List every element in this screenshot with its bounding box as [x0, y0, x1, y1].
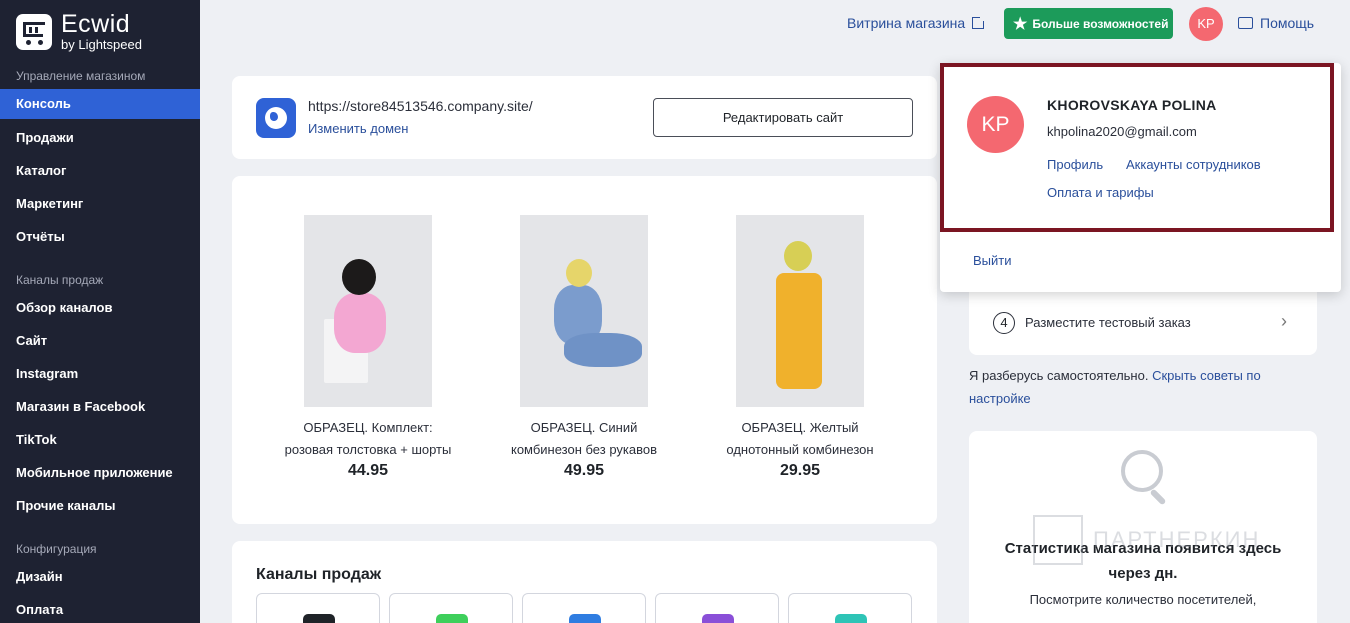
cart-icon — [16, 13, 52, 50]
help-label: Помощь — [1260, 15, 1315, 31]
staff-accounts-link[interactable]: Аккаунты сотрудников — [1126, 157, 1261, 172]
sidebar-item-channels-overview[interactable]: Обзор каналов — [0, 293, 200, 323]
sidebar-item-facebook-shop[interactable]: Магазин в Facebook — [0, 392, 200, 422]
product-price: 49.95 — [563, 462, 605, 479]
products-card: ОБРАЗЕЦ. Комплект: розовая толстовка + ш… — [232, 176, 937, 524]
product-card-1[interactable]: ОБРАЗЕЦ. Комплект: розовая толстовка + ш… — [273, 215, 463, 480]
account-avatar: KP — [967, 96, 1024, 153]
search-leaf-icon — [1121, 450, 1163, 492]
edit-site-button[interactable]: Редактировать сайт — [653, 98, 913, 137]
chat-icon — [1238, 17, 1253, 29]
watermark-text: ПАРТНЕРКИН — [1093, 527, 1261, 552]
chevron-right-icon[interactable]: › — [1281, 311, 1287, 332]
sidebar-item-sales[interactable]: Продажи — [0, 123, 200, 153]
sidebar-item-reports[interactable]: Отчёты — [0, 222, 200, 252]
product-image[interactable] — [304, 215, 432, 407]
sidebar-item-other-channels[interactable]: Прочие каналы — [0, 491, 200, 521]
product-image[interactable] — [520, 215, 648, 407]
self-setup-note: Я разберусь самостоятельно. Скрыть совет… — [969, 364, 1299, 410]
product-card-2[interactable]: ОБРАЗЕЦ. Синий комбинезон без рукавов 49… — [489, 215, 679, 480]
more-features-label: Больше возможностей — [1032, 16, 1169, 31]
product-title-line2: комбинезон без рукавов — [510, 442, 658, 457]
watermark: ПАРТНЕРКИН — [1033, 515, 1260, 565]
help-link[interactable]: Помощь — [1238, 15, 1314, 31]
external-link-icon — [972, 15, 987, 29]
step-test-order[interactable]: Разместите тестовый заказ — [1025, 315, 1191, 330]
sidebar-item-tiktok[interactable]: TikTok — [0, 425, 200, 455]
sidebar-item-instagram[interactable]: Instagram — [0, 359, 200, 389]
storefront-label: Витрина магазина — [847, 15, 966, 31]
product-title-line1: ОБРАЗЕЦ. Синий — [530, 420, 638, 435]
user-name: KHOROVSKAYA POLINA — [1047, 97, 1217, 113]
profile-link[interactable]: Профиль — [1047, 157, 1103, 172]
sidebar-item-payment[interactable]: Оплата — [0, 595, 200, 623]
step-number: 4 — [993, 312, 1015, 334]
sidebar-item-design[interactable]: Дизайн — [0, 562, 200, 592]
channel-tile-4[interactable] — [655, 593, 779, 623]
channel-tile-2[interactable] — [389, 593, 513, 623]
site-url[interactable]: https://store84513546.company.site/ — [308, 98, 533, 114]
brand-sub: by Lightspeed — [61, 37, 142, 52]
more-features-button[interactable]: ★ Больше возможностей — [1004, 8, 1173, 39]
channel-tile-3[interactable] — [522, 593, 646, 623]
user-email: khpolina2020@gmail.com — [1047, 124, 1197, 139]
sidebar-item-marketing[interactable]: Маркетинг — [0, 189, 200, 219]
account-avatar-button[interactable]: KP — [1189, 7, 1223, 41]
logout-link[interactable]: Выйти — [973, 253, 1012, 268]
brand-name: Ecwid — [61, 10, 131, 38]
section-configuration: Конфигурация — [16, 542, 97, 556]
site-card: https://store84513546.company.site/ Изме… — [232, 76, 937, 159]
product-card-3[interactable]: ОБРАЗЕЦ. Желтый однотонный комбинезон 29… — [705, 215, 895, 480]
product-title-line2: однотонный комбинезон — [726, 442, 874, 457]
storefront-link[interactable]: Витрина магазина — [847, 15, 987, 31]
section-sales-channels: Каналы продаж — [16, 273, 104, 287]
product-image[interactable] — [736, 215, 864, 407]
account-dropdown: KP KHOROVSKAYA POLINA khpolina2020@gmail… — [940, 63, 1341, 292]
product-title-line1: ОБРАЗЕЦ. Желтый — [741, 420, 859, 435]
billing-link[interactable]: Оплата и тарифы — [1047, 185, 1154, 200]
sales-channels-card: Каналы продаж — [232, 541, 937, 623]
self-setup-text: Я разберусь самостоятельно. — [969, 368, 1149, 383]
change-domain-link[interactable]: Изменить домен — [308, 121, 408, 136]
product-title-line1: ОБРАЗЕЦ. Комплект: — [303, 420, 433, 435]
sidebar-item-catalog[interactable]: Каталог — [0, 156, 200, 186]
product-price: 29.95 — [779, 462, 821, 479]
sidebar-item-mobile-app[interactable]: Мобильное приложение — [0, 458, 200, 488]
star-icon: ★ — [1013, 15, 1028, 33]
sidebar-item-site[interactable]: Сайт — [0, 326, 200, 356]
ecwid-logo[interactable]: Ecwid by Lightspeed — [16, 12, 142, 51]
product-title-line2: розовая толстовка + шорты — [284, 442, 452, 457]
sales-channels-title: Каналы продаж — [256, 566, 382, 583]
watermark-logo-icon — [1033, 515, 1083, 565]
product-price: 44.95 — [347, 462, 389, 479]
sidebar-item-console[interactable]: Консоль — [0, 89, 200, 119]
stats-subtitle: Посмотрите количество посетителей, — [1029, 592, 1257, 607]
globe-icon — [256, 98, 296, 138]
section-store-management: Управление магазином — [16, 69, 146, 83]
channel-tile-1[interactable] — [256, 593, 380, 623]
sidebar: Ecwid by Lightspeed Управление магазином… — [0, 0, 200, 623]
channel-tile-5[interactable] — [788, 593, 912, 623]
